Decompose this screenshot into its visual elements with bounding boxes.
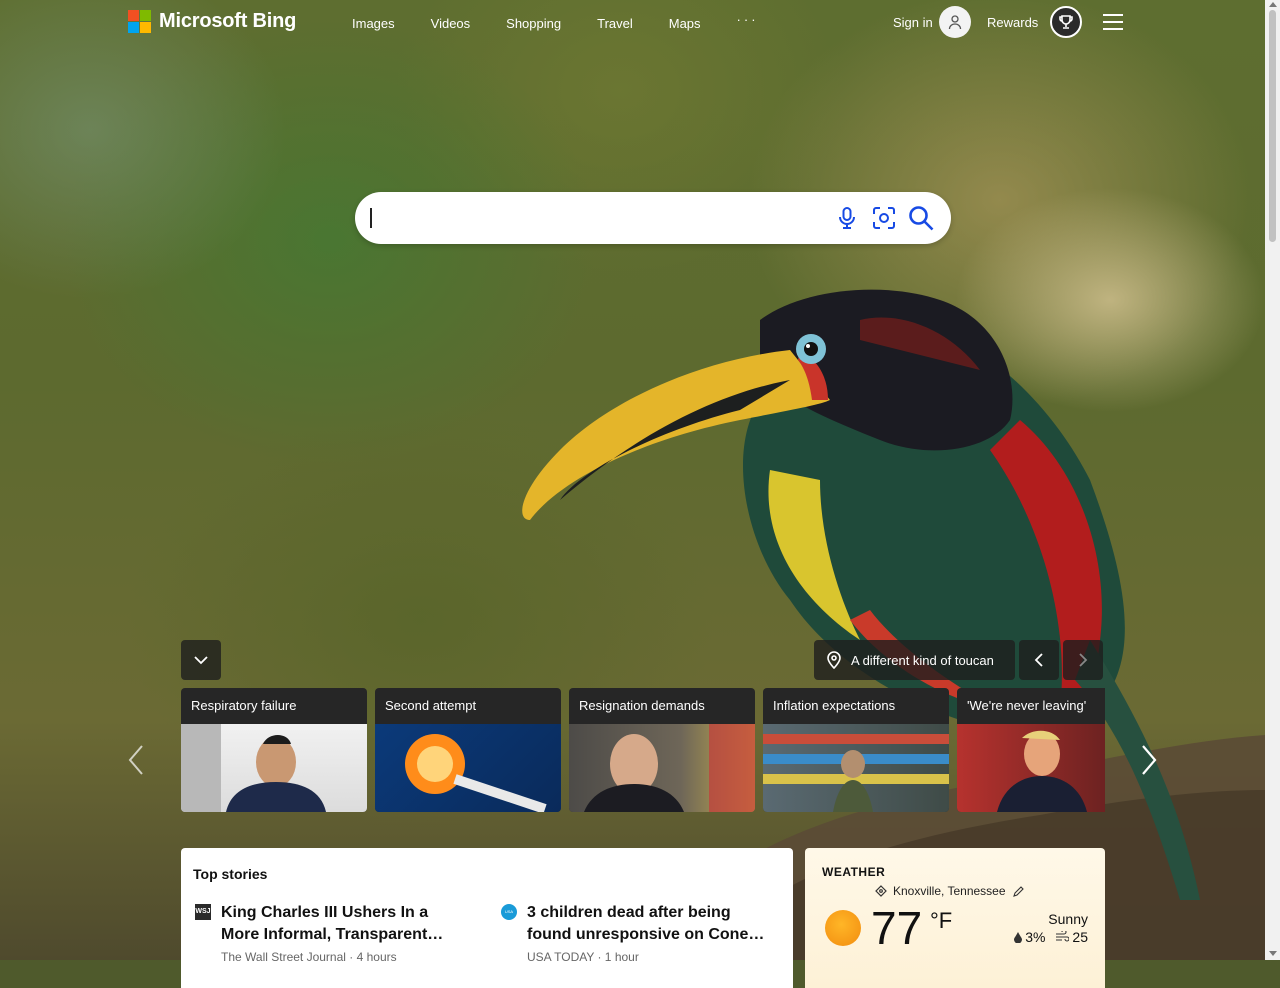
scroll-down-icon[interactable]	[1269, 951, 1277, 956]
story-headline[interactable]: 3 children dead after being found unresp…	[527, 902, 765, 946]
news-card-image	[569, 724, 755, 812]
top-stories-panel: Top stories WSJ King Charles III Ushers …	[181, 848, 793, 988]
temperature: 77	[871, 902, 923, 954]
search-box[interactable]	[355, 192, 951, 244]
chevron-left-icon	[128, 745, 143, 775]
weather-stats: 3% 25	[1014, 929, 1088, 945]
news-card-title: Second attempt	[385, 698, 477, 713]
menu-icon[interactable]	[1103, 14, 1123, 35]
location-icon	[875, 885, 887, 897]
scrollbar-thumb[interactable]	[1269, 10, 1276, 242]
microphone-icon[interactable]	[833, 204, 861, 232]
background-image	[0, 0, 1265, 960]
scroll-up-icon[interactable]	[1269, 2, 1277, 7]
collapse-button[interactable]	[181, 640, 221, 680]
news-card[interactable]: Second attempt	[375, 688, 561, 812]
nav-shopping[interactable]: Shopping	[506, 16, 561, 31]
bing-logo[interactable]: Microsoft Bing	[128, 10, 296, 33]
top-nav: Images Videos Shopping Travel Maps ···	[352, 12, 759, 31]
weather-label: WEATHER	[822, 865, 886, 879]
news-carousel: Respiratory failure Second attempt Resig…	[181, 688, 1105, 812]
next-image-button[interactable]	[1063, 640, 1103, 680]
weather-panel[interactable]: WEATHER Knoxville, Tennessee 77 °F Sunny…	[805, 848, 1105, 988]
sign-in-label: Sign in	[893, 14, 933, 30]
news-card-image	[375, 724, 561, 812]
previous-image-button[interactable]	[1019, 640, 1059, 680]
location-pin-icon	[827, 651, 841, 669]
nav-travel[interactable]: Travel	[597, 16, 633, 31]
nav-more-button[interactable]: ···	[737, 12, 759, 31]
sign-in-button[interactable]: Sign in	[893, 6, 971, 38]
carousel-prev-button[interactable]	[128, 744, 144, 781]
sunny-icon	[825, 910, 861, 946]
edit-icon[interactable]	[1012, 885, 1025, 898]
visual-search-icon[interactable]	[870, 204, 898, 232]
news-card-image	[181, 724, 367, 812]
news-card-image	[957, 724, 1105, 812]
search-input[interactable]	[369, 203, 813, 235]
chevron-right-icon	[1142, 745, 1157, 775]
nav-maps[interactable]: Maps	[669, 16, 701, 31]
news-card-title: Resignation demands	[579, 698, 705, 713]
air-quality: 25	[1072, 929, 1088, 945]
top-stories-heading: Top stories	[193, 866, 268, 882]
news-card[interactable]: Inflation expectations	[763, 688, 949, 812]
news-card-title: Respiratory failure	[191, 698, 297, 713]
location-name: Knoxville, Tennessee	[893, 884, 1006, 898]
rewards-button[interactable]: Rewards	[987, 6, 1083, 38]
raindrop-icon	[1014, 931, 1023, 943]
temperature-unit[interactable]: °F	[930, 908, 952, 934]
news-card-image	[763, 724, 949, 812]
chevron-right-icon	[1079, 653, 1088, 667]
microsoft-logo-icon	[128, 10, 151, 33]
precipitation: 3%	[1025, 929, 1046, 945]
chevron-down-icon	[194, 656, 208, 665]
news-card-title: 'We're never leaving'	[967, 698, 1087, 713]
story-meta: USA TODAY · 1 hour	[527, 950, 639, 964]
story-headline[interactable]: King Charles III Ushers In a More Inform…	[221, 902, 459, 946]
weather-condition: Sunny	[1048, 911, 1088, 927]
news-card[interactable]: Respiratory failure	[181, 688, 367, 812]
story-meta: The Wall Street Journal · 4 hours	[221, 950, 397, 964]
search-icon[interactable]	[907, 204, 935, 232]
trophy-icon	[1050, 6, 1083, 38]
news-card-title: Inflation expectations	[773, 698, 896, 713]
image-caption: A different kind of toucan	[851, 652, 994, 668]
usa-today-source-icon: USA TODAY	[501, 904, 517, 920]
wsj-source-icon: WSJ	[195, 904, 211, 920]
brand-name: Microsoft Bing	[159, 10, 297, 32]
chevron-left-icon	[1034, 653, 1043, 667]
air-quality-icon	[1056, 931, 1070, 942]
image-caption-button[interactable]: A different kind of toucan	[814, 640, 1015, 680]
page-scrollbar[interactable]	[1265, 0, 1280, 960]
text-cursor	[370, 208, 372, 228]
carousel-next-button[interactable]	[1141, 744, 1157, 781]
nav-videos[interactable]: Videos	[431, 16, 471, 31]
rewards-label: Rewards	[987, 14, 1039, 30]
weather-location[interactable]: Knoxville, Tennessee	[875, 884, 1025, 898]
person-icon	[938, 6, 971, 38]
news-card[interactable]: Resignation demands	[569, 688, 755, 812]
nav-images[interactable]: Images	[352, 16, 395, 31]
news-card[interactable]: 'We're never leaving'	[957, 688, 1105, 812]
